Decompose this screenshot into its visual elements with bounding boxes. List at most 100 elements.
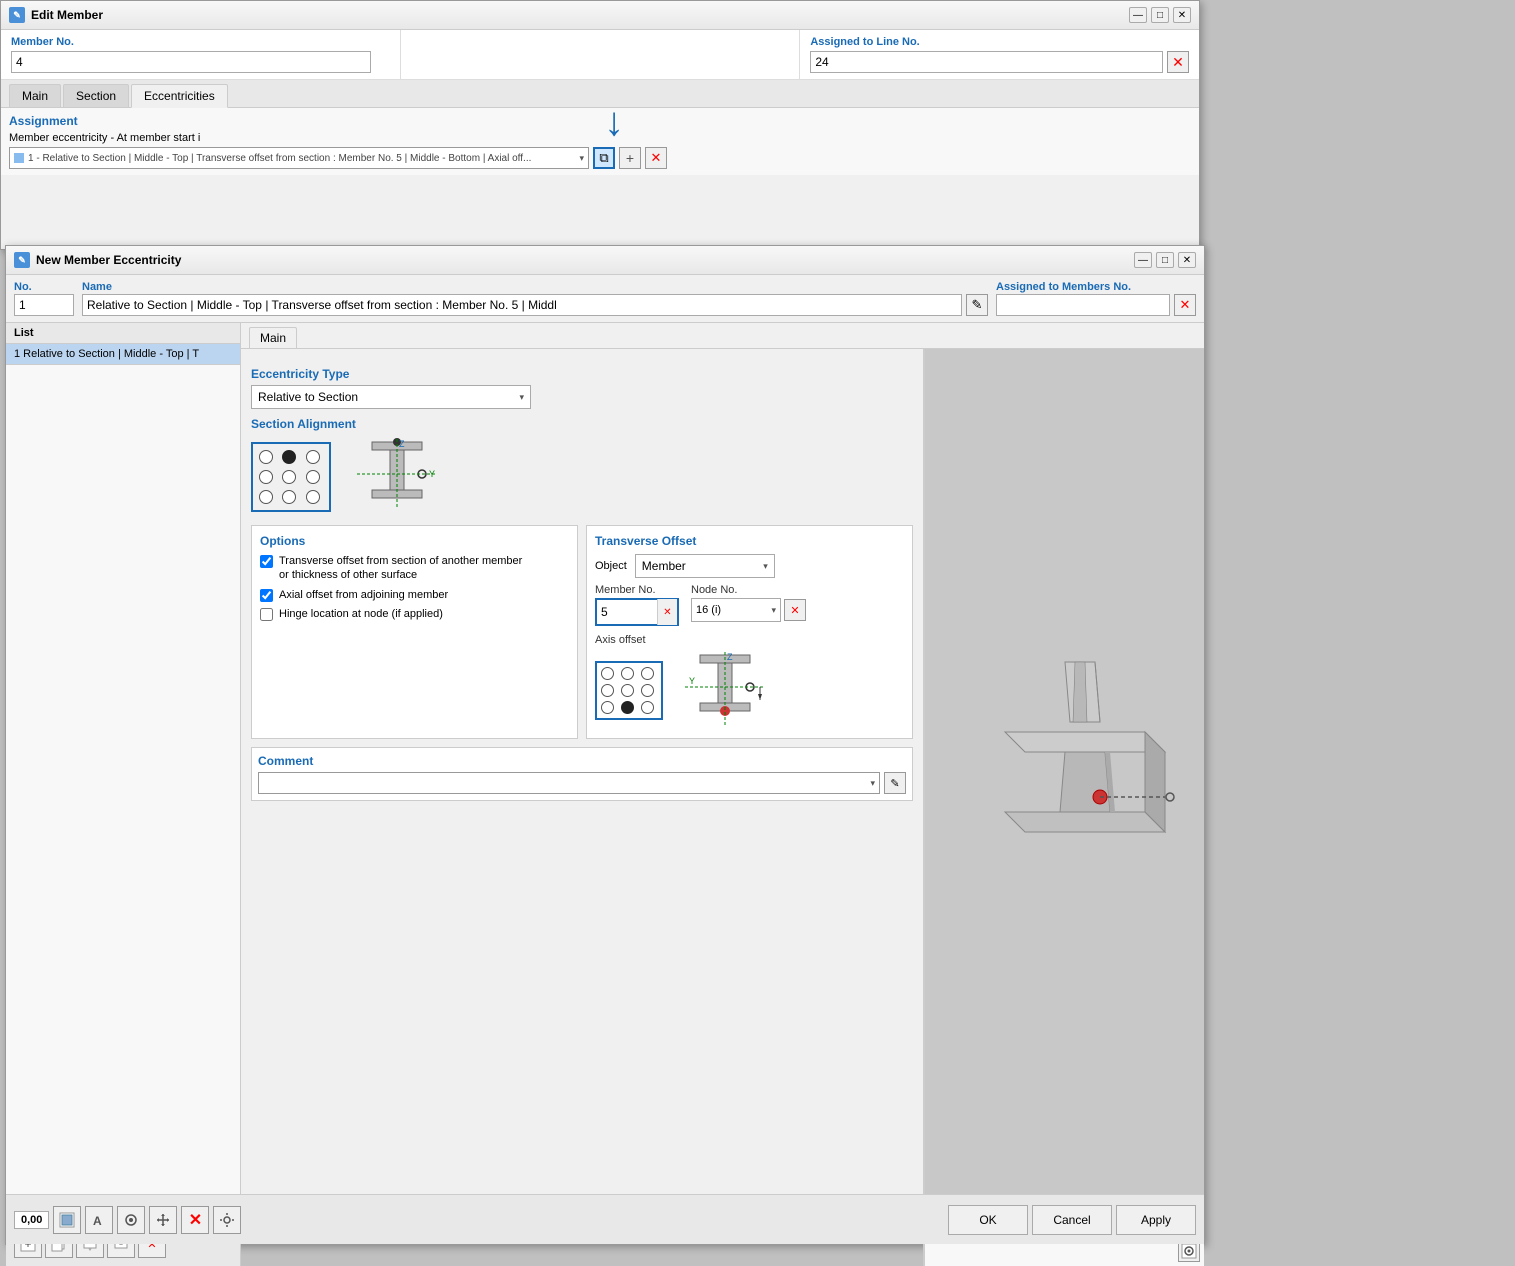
delete-tool-button[interactable]: ✕ [181,1206,209,1234]
checkbox-axial: Axial offset from adjoining member [260,588,569,602]
blue-arrow: ↓ [604,102,624,142]
dot-bc[interactable] [282,490,296,504]
axis-dot-mr[interactable] [641,684,654,697]
assigned-members-clear[interactable]: ✕ [1174,294,1196,316]
member-no-input[interactable] [11,51,371,73]
member-no-clear[interactable]: ✕ [657,599,677,625]
dot-tl[interactable] [259,450,273,464]
axis-dot-ml[interactable] [601,684,614,697]
label-tool-button[interactable]: A [85,1206,113,1234]
list-header: List [6,323,240,344]
svg-text:Y: Y [689,676,695,686]
3d-render-svg [935,642,1195,942]
ne-maximize[interactable]: □ [1156,252,1174,268]
node-no-field: Node No. 16 (i) ▾ ✕ [691,584,806,626]
ecc-dropdown-arrow: ▾ [519,392,524,403]
assigned-members-label: Assigned to Members No. [996,281,1196,293]
axis-offset-label: Axis offset [595,634,904,646]
move-tool-button[interactable] [149,1206,177,1234]
copy-button[interactable]: ⧉ [593,147,615,169]
object-value: Member [642,559,686,573]
object-row: Object Member ▾ [595,554,904,578]
assignment-title: Assignment [9,114,1191,128]
checkbox-hinge-input[interactable] [260,608,273,621]
options-title: Options [260,534,569,548]
checkbox-axial-label: Axial offset from adjoining member [279,588,448,602]
bottom-bar: 0,00 A ✕ OK Cancel Apply [6,1194,1204,1244]
settings-tool-button[interactable] [213,1206,241,1234]
ne-close[interactable]: ✕ [1178,252,1196,268]
axis-offset-section: Axis offset [595,634,904,730]
svg-text:A: A [93,1214,102,1228]
bottom-left-tools: 0,00 A ✕ [14,1206,241,1234]
axis-dot-br[interactable] [641,701,654,714]
axis-dot-tl[interactable] [601,667,614,680]
list-scroll[interactable]: 1 Relative to Section | Middle - Top | T [6,344,240,1221]
member-no-input2[interactable] [597,603,657,621]
remove-eccentricity-button[interactable]: ✕ [645,147,667,169]
axis-offset-content: Z Y [595,650,904,730]
assigned-line-input[interactable] [810,51,1163,73]
object-dropdown[interactable]: Member ▾ [635,554,775,578]
name-label: Name [82,281,988,293]
dot-mr[interactable] [306,470,320,484]
checkbox-transverse-input[interactable] [260,555,273,568]
assigned-members-input[interactable] [996,294,1170,316]
view-tool-button[interactable] [117,1206,145,1234]
axis-dot-bc[interactable] [621,701,634,714]
add-eccentricity-button[interactable]: + [619,147,641,169]
assignment-combo[interactable]: 1 - Relative to Section | Middle - Top |… [9,147,589,169]
axis-dot-tc[interactable] [621,667,634,680]
member-no-label2: Member No. [595,584,679,596]
transverse-title: Transverse Offset [595,534,904,548]
name-input[interactable] [82,294,962,316]
ne-minimize[interactable]: — [1134,252,1152,268]
object-arrow: ▾ [763,561,768,572]
dot-tc[interactable] [282,450,296,464]
cancel-button[interactable]: Cancel [1032,1205,1112,1235]
dot-br[interactable] [306,490,320,504]
axis-dot-bl[interactable] [601,701,614,714]
checkbox-hinge-label: Hinge location at node (if applied) [279,607,443,621]
minimize-button[interactable]: — [1129,7,1147,23]
assigned-line-clear[interactable]: ✕ [1167,51,1189,73]
transverse-offset-section: Transverse Offset Object Member ▾ [586,525,913,739]
ne-top-fields: No. Name ✎ Assigned to Members No. ✕ [6,275,1204,323]
edit-name-button[interactable]: ✎ [966,294,988,316]
close-button[interactable]: ✕ [1173,7,1191,23]
tab-eccentricities[interactable]: Eccentricities [131,84,228,108]
section-alignment-section: Section Alignment [251,417,913,517]
maximize-button[interactable]: □ [1151,7,1169,23]
combo-arrow-icon: ▾ [579,153,584,164]
node-select-value: 16 (i) [696,604,721,616]
axis-dot-mc[interactable] [621,684,634,697]
dot-ml[interactable] [259,470,273,484]
assigned-line-label: Assigned to Line No. [810,36,1189,48]
list-panel: List 1 Relative to Section | Middle - To… [6,323,241,1266]
apply-button[interactable]: Apply [1116,1205,1196,1235]
tab-section[interactable]: Section [63,84,129,107]
edit-member-icon: ✎ [9,7,25,23]
ne-controls: — □ ✕ [1134,252,1196,268]
select-tool-button[interactable] [53,1206,81,1234]
node-clear-button[interactable]: ✕ [784,599,806,621]
axis-dot-tr[interactable] [641,667,654,680]
comment-edit-button[interactable]: ✎ [884,772,906,794]
ok-button[interactable]: OK [948,1205,1028,1235]
ecc-type-dropdown[interactable]: Relative to Section ▾ [251,385,531,409]
dot-bl[interactable] [259,490,273,504]
list-item[interactable]: 1 Relative to Section | Middle - Top | T [6,344,240,365]
main-tab[interactable]: Main [249,327,297,348]
section-align-label: Section Alignment [251,417,913,431]
alignment-dot-grid[interactable] [251,442,331,512]
checkbox-axial-input[interactable] [260,589,273,602]
dot-tr[interactable] [306,450,320,464]
comment-combo[interactable]: ▾ [258,772,880,794]
tab-main[interactable]: Main [9,84,61,107]
comment-label: Comment [258,754,906,768]
ecc-type-value: Relative to Section [258,390,358,404]
no-input[interactable] [14,294,74,316]
axis-dot-grid[interactable] [595,661,663,720]
dot-mc[interactable] [282,470,296,484]
node-select[interactable]: 16 (i) ▾ [691,598,781,622]
